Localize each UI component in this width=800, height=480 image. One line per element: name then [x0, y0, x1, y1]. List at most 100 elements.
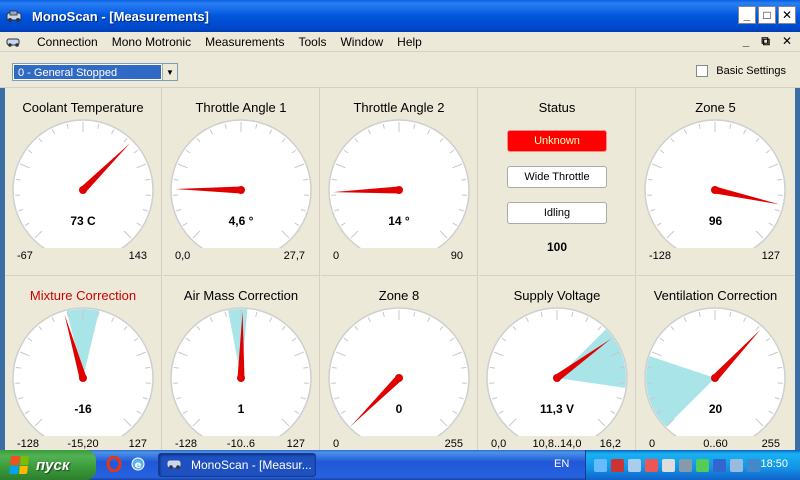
gauge-title: Throttle Angle 1 [195, 100, 287, 115]
gauge-value: -16 [74, 402, 92, 416]
network-icon[interactable] [594, 458, 607, 472]
gauge-face [170, 119, 312, 248]
status-unknown-indicator: Unknown [507, 130, 607, 152]
gauge-title: Zone 5 [695, 100, 736, 115]
sync-icon[interactable] [679, 458, 692, 472]
menu-measurements[interactable]: Measurements [198, 35, 291, 49]
chevron-down-icon[interactable]: ▼ [162, 64, 177, 80]
status-idling-indicator: Idling [507, 202, 607, 224]
toolbar: 0 - General Stopped ▼ Basic Settings [0, 52, 800, 88]
mdi-minimize-button[interactable]: _ [743, 34, 750, 49]
gauge-min: -67 [17, 250, 33, 262]
gauge-face [328, 119, 470, 248]
gauge-dial [328, 307, 470, 436]
gauge-title: Ventilation Correction [653, 288, 778, 303]
gauge-face [644, 119, 786, 248]
gauge-mixture-correction: Mixture Correction -16 -128 -15,20 127 [5, 276, 162, 464]
monitor-icon[interactable] [628, 458, 641, 472]
basic-settings-label: Basic Settings [716, 65, 786, 77]
gauge-needle-hub [711, 374, 719, 382]
taskbar-task-label: MonoScan - [Measur... [191, 458, 312, 472]
status-panel: Status Unknown Wide Throttle Idling 100 [479, 88, 636, 276]
menu-window[interactable]: Window [333, 35, 390, 49]
gauges-panel: Coolant Temperature 73 C -67 143 Throttl… [5, 88, 795, 464]
gauge-min: -128 [649, 250, 672, 262]
gauge-needle-hub [79, 186, 87, 194]
gauge-value: 73 C [70, 214, 96, 228]
gauge-min: 0 [333, 250, 340, 262]
mdi-close-button[interactable]: ✕ [782, 34, 792, 49]
menu-help[interactable]: Help [390, 35, 429, 49]
gauge-supply-voltage: Supply Voltage 11,3 V 0,0 10,8..14,0 16,… [479, 276, 636, 464]
clock[interactable]: 18:50 [760, 458, 788, 470]
gauge-needle-hub [553, 374, 561, 382]
gauge-throttle-angle-1: Throttle Angle 1 4,6 ° 0,0 27,7 [163, 88, 320, 276]
gauge-value: 1 [237, 402, 245, 416]
monoscan-app-icon[interactable] [6, 8, 24, 24]
close-button[interactable]: ✕ [778, 6, 796, 24]
gauge-dial [328, 119, 470, 248]
gauge-needle-hub [237, 374, 245, 382]
gauge-value: 96 [708, 214, 723, 228]
system-tray: 18:50 [585, 450, 800, 480]
gauge-needle-hub [395, 374, 403, 382]
battery-icon[interactable] [713, 458, 726, 472]
gauge-zone-8: Zone 8 0 0 255 [321, 276, 478, 464]
ie-icon[interactable]: e [130, 456, 146, 475]
document-icon[interactable] [6, 35, 24, 49]
menu-connection[interactable]: Connection [30, 35, 105, 49]
start-button[interactable]: пуск [0, 450, 96, 480]
language-indicator[interactable]: EN [554, 458, 569, 470]
group-select[interactable]: 0 - General Stopped ▼ [12, 63, 178, 81]
menu-tools[interactable]: Tools [291, 35, 333, 49]
mdi-restore-button[interactable]: ⧉ [761, 34, 770, 49]
gauge-coolant-temperature: Coolant Temperature 73 C -67 143 [5, 88, 162, 276]
network-disconnected-icon[interactable] [611, 458, 624, 472]
start-label: пуск [36, 456, 70, 474]
gauge-title: Throttle Angle 2 [353, 100, 445, 115]
gauge-value: 0 [395, 402, 403, 416]
menu-mono-motronic[interactable]: Mono Motronic [105, 35, 198, 49]
gauge-needle-hub [395, 186, 403, 194]
gauge-needle-hub [79, 374, 87, 382]
gauge-min: 0 [333, 438, 340, 450]
gauge-ventilation-correction: Ventilation Correction 20 0 0..60 255 [637, 276, 794, 464]
title-bar[interactable]: MonoScan - [Measurements] _ □ ✕ [0, 0, 800, 32]
gauge-dial [170, 119, 312, 248]
gauge-max: 127 [761, 250, 780, 262]
gauge-max: 255 [444, 438, 463, 450]
window-title: MonoScan - [Measurements] [32, 8, 209, 24]
gauge-needle-hub [711, 186, 719, 194]
taskbar-monoscan-button[interactable]: MonoScan - [Measur... [158, 453, 316, 477]
opera-icon[interactable] [106, 455, 122, 475]
gauge-dial [12, 307, 154, 436]
gauge-min: 0,0 [175, 250, 191, 262]
basic-settings-checkbox[interactable] [696, 65, 709, 77]
gauge-dial [644, 119, 786, 248]
status-title: Status [538, 100, 576, 115]
gauge-dial [644, 307, 786, 436]
gauge-dial [170, 307, 312, 436]
keyboard-icon[interactable] [747, 458, 760, 472]
gauge-value: 11,3 V [539, 402, 575, 416]
antivirus-icon[interactable] [645, 458, 658, 472]
status-value: 100 [546, 240, 568, 254]
gauge-max: 143 [128, 250, 147, 262]
volume-icon[interactable] [662, 458, 675, 472]
gauge-title: Mixture Correction [29, 288, 137, 303]
gauge-max: 127 [286, 438, 305, 450]
basic-settings-toggle[interactable]: Basic Settings [696, 65, 786, 77]
windows-logo-icon [9, 456, 29, 474]
gauge-title: Zone 8 [378, 288, 420, 303]
display-icon[interactable] [730, 458, 743, 472]
gauge-max: 27,7 [283, 250, 305, 262]
minimize-button[interactable]: _ [738, 6, 756, 24]
gauge-max: 127 [128, 438, 147, 450]
taskbar: пуск e MonoScan - [Measur... EN 18:50 [0, 450, 800, 480]
status-wide-throttle-indicator: Wide Throttle [507, 166, 607, 188]
gauge-title: Air Mass Correction [183, 288, 299, 303]
gauge-value: 14 ° [388, 214, 410, 228]
update-icon[interactable] [696, 458, 709, 472]
maximize-button[interactable]: □ [758, 6, 776, 24]
gauge-dial [12, 119, 154, 248]
